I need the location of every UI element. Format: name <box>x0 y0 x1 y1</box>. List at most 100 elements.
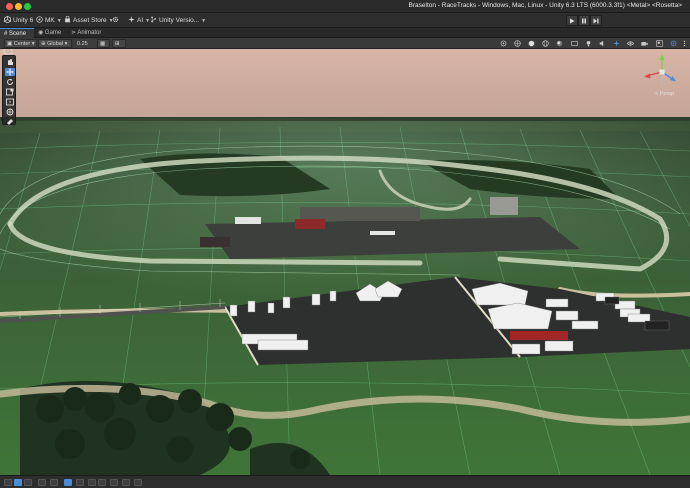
unity-logo-icon <box>4 16 11 23</box>
terrain-smooth-icon[interactable] <box>38 479 46 486</box>
gizmos-icon[interactable] <box>670 40 677 47</box>
projection-label[interactable]: < Persp <box>655 91 674 97</box>
scene-view-toolbar: ▣ Center ▾ ⊕ Global ▾ 0.25 ▦ ⊞ <box>0 38 690 49</box>
animator-icon: ⋗ <box>71 30 77 36</box>
x-axis-cone-icon[interactable] <box>644 73 651 79</box>
y-axis-cone-icon[interactable] <box>659 54 665 60</box>
chevron-down-icon: ▼ <box>201 18 207 24</box>
audio-toggle-icon[interactable] <box>599 40 606 47</box>
pivot-mode-dropdown[interactable]: ▣ Center ▾ <box>4 39 37 48</box>
terrain-paint-icon[interactable] <box>24 479 32 486</box>
version-control-dropdown[interactable]: Unity Versio... ▼ <box>150 15 206 26</box>
overlay-menu-icon[interactable] <box>3 49 13 55</box>
terrain-holes-icon[interactable] <box>64 479 72 486</box>
tab-scene[interactable]: # Scene <box>0 28 34 38</box>
move-tool-button[interactable] <box>5 68 15 76</box>
main-toolbar: Unity 6 MK ▼ Asset Store ▼ AI ▼ Unity Versi… <box>0 13 690 28</box>
tab-animator[interactable]: ⋗ Animator <box>67 28 111 38</box>
transform-tool-button[interactable] <box>5 108 15 116</box>
editor-tab-bar: # Scene ◉ Game ⋗ Animator <box>0 28 690 38</box>
more-options-icon[interactable] <box>681 40 688 47</box>
playmode-controls <box>566 15 602 26</box>
scene-camera-icon[interactable] <box>641 40 648 47</box>
asset-store-label: Asset Store <box>73 17 107 24</box>
terrain-stamp-icon[interactable] <box>50 479 58 486</box>
chevron-down-icon: ▾ <box>31 41 35 47</box>
store-bag-icon <box>65 16 70 23</box>
snap-increment-value: 0.25 <box>77 41 88 47</box>
hidden-objects-icon[interactable] <box>627 40 634 47</box>
scene-render <box>0 49 690 475</box>
grid-snapping-toggle[interactable]: ▦ <box>97 39 110 48</box>
gamepad-icon: ◉ <box>38 30 44 36</box>
scene-viewport[interactable]: < Persp <box>0 49 690 475</box>
unity-home-button[interactable]: Unity 6 <box>4 15 33 26</box>
ai-dropdown[interactable]: AI ▼ <box>128 15 150 26</box>
sparkle-icon <box>128 16 135 23</box>
effects-toggle-icon[interactable] <box>613 40 620 47</box>
hash-icon: # <box>4 31 8 37</box>
red-trailer <box>510 331 568 340</box>
scale-tool-button[interactable] <box>5 88 15 96</box>
view-tool-button[interactable] <box>5 58 15 66</box>
z-axis-cone-icon[interactable] <box>670 76 676 82</box>
step-icon <box>593 18 599 23</box>
chevron-down-icon: ▼ <box>56 18 62 24</box>
shaded-sphere-icon[interactable] <box>528 40 535 47</box>
grid-visibility-dropdown[interactable]: ⊞ <box>112 39 126 48</box>
lighting-toggle-icon[interactable] <box>585 40 592 47</box>
play-icon <box>570 18 575 23</box>
tab-scene-label: Scene <box>9 31 27 37</box>
lit-sphere-icon[interactable] <box>556 40 563 47</box>
tool-overlay-panel <box>2 55 16 125</box>
grid-icon: ▦ <box>100 41 106 47</box>
pivot-space-label: Global <box>47 41 64 47</box>
tab-game[interactable]: ◉ Game <box>34 28 67 38</box>
asset-store-dropdown[interactable]: Asset Store ▼ <box>64 15 114 26</box>
pivot-space-dropdown[interactable]: ⊕ Global ▾ <box>38 39 72 48</box>
title-bar: Braselton - RaceTracks - Windows, Mac, L… <box>0 0 690 13</box>
play-button[interactable] <box>566 15 578 26</box>
terrain-details-icon[interactable] <box>88 479 96 486</box>
tab-game-label: Game <box>44 30 62 36</box>
account-dropdown[interactable]: MK ▼ <box>36 15 62 26</box>
gizmo-center-cube[interactable] <box>659 69 665 75</box>
draw-mode-icon[interactable] <box>514 40 521 47</box>
grid-plane-icon: ⊞ <box>115 41 120 47</box>
overlay-more-icon[interactable] <box>134 479 142 486</box>
pivot-mode-label: Center <box>13 41 31 47</box>
tab-animator-label: Animator <box>77 30 102 36</box>
unity-label: Unity 6 <box>13 17 34 24</box>
step-button[interactable] <box>590 15 602 26</box>
brush-mask-icon[interactable] <box>110 479 118 486</box>
hand-tool-icon[interactable] <box>4 479 12 486</box>
branch-icon <box>151 16 157 23</box>
settings-button[interactable] <box>112 15 121 26</box>
2d-toggle-icon[interactable] <box>571 40 578 47</box>
terrain-settings-icon[interactable] <box>98 479 106 486</box>
maximize-window-button[interactable] <box>24 3 31 10</box>
sky <box>0 49 690 121</box>
window-title: Braselton - RaceTracks - Windows, Mac, L… <box>408 2 682 9</box>
close-window-button[interactable] <box>6 3 13 10</box>
snap-increment-field[interactable]: 0.25 <box>74 39 96 48</box>
custom-tool-button[interactable] <box>5 117 15 125</box>
brush-size-icon[interactable] <box>122 479 130 486</box>
terrain-raise-icon[interactable] <box>14 479 22 486</box>
chevron-down-icon: ▾ <box>64 41 68 47</box>
scene-bottom-toolbar <box>0 475 690 488</box>
orientation-icon[interactable] <box>500 40 507 47</box>
gear-icon <box>112 16 119 23</box>
overlays-icon[interactable] <box>656 40 663 47</box>
terrain-trees-icon[interactable] <box>76 479 84 486</box>
account-label: MK <box>45 17 55 24</box>
cloud-icon <box>36 16 43 23</box>
wireframe-sphere-icon[interactable] <box>542 40 549 47</box>
pause-icon <box>582 18 586 23</box>
rect-tool-button[interactable] <box>5 98 15 106</box>
minimize-window-button[interactable] <box>15 3 22 10</box>
version-control-label: Unity Versio... <box>159 17 200 24</box>
ai-label: AI <box>137 17 144 24</box>
rotate-tool-button[interactable] <box>5 78 15 86</box>
pause-button[interactable] <box>578 15 590 26</box>
